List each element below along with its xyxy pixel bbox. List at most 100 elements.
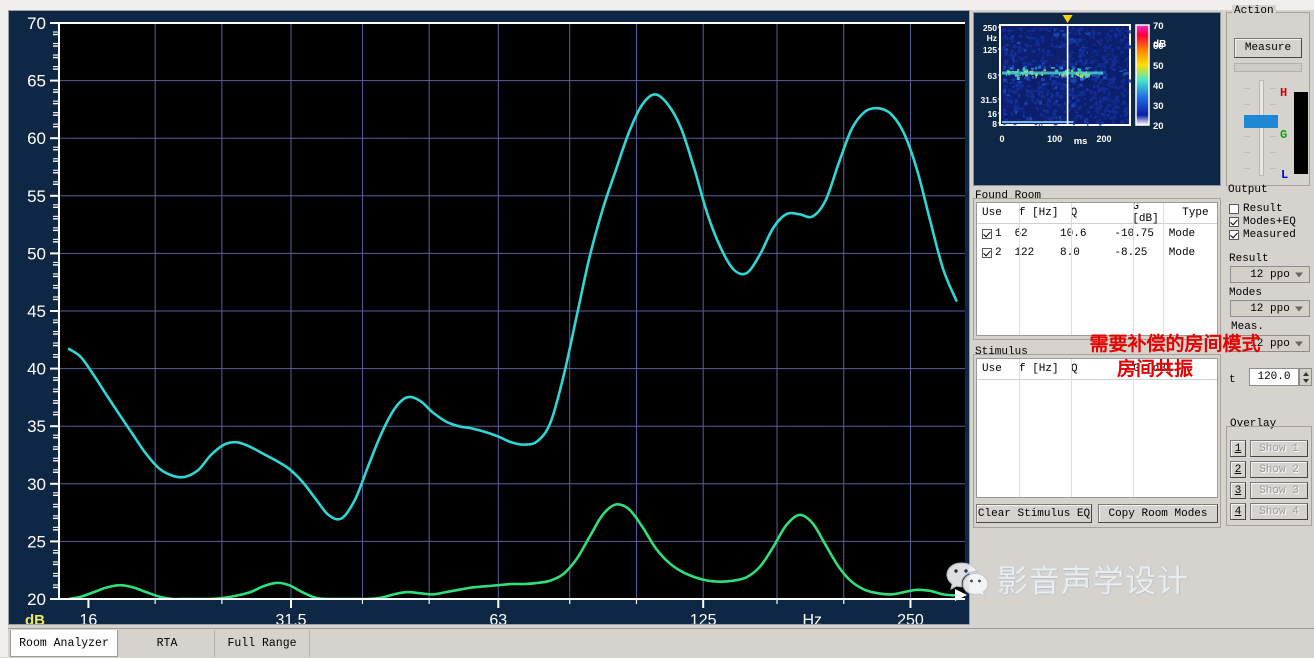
window-chrome-left <box>0 0 8 657</box>
measured-checkbox-row[interactable]: Measured <box>1229 229 1313 241</box>
col-header-gain: G [dB] <box>1132 202 1159 225</box>
meas-select-label: Meas. <box>1231 321 1265 333</box>
tab-full-range[interactable]: Full Range <box>215 630 310 657</box>
col-header-frequency: f [Hz] <box>1019 363 1059 375</box>
overlay-slot-3-button[interactable]: 3 <box>1230 482 1246 499</box>
svg-text:63: 63 <box>988 71 998 81</box>
modes-eq-checkbox-row[interactable]: Modes+EQ <box>1229 216 1313 228</box>
row-type: Mode <box>1168 246 1196 259</box>
svg-text:63: 63 <box>489 612 507 624</box>
slider-tick <box>1244 152 1250 153</box>
svg-text:35: 35 <box>27 417 46 436</box>
row-use-checkbox[interactable] <box>982 247 992 258</box>
watermark: 影音声学设计 <box>945 556 1189 601</box>
result-ppo-select[interactable]: 12 ppo <box>1230 266 1310 283</box>
clear-stimulus-eq-button[interactable]: Clear Stimulus EQ <box>976 504 1092 523</box>
svg-text:0: 0 <box>999 134 1004 144</box>
measure-button[interactable]: Measure <box>1234 38 1302 58</box>
t-value-stepper[interactable] <box>1299 368 1312 386</box>
col-header-frequency: f [Hz] <box>1018 207 1059 219</box>
svg-text:Hz: Hz <box>987 33 997 43</box>
watermark-text: 影音声学设计 <box>997 564 1189 600</box>
copy-room-modes-button[interactable]: Copy Room Modes <box>1098 504 1218 523</box>
row-use-checkbox[interactable] <box>982 228 992 239</box>
spectrogram-svg: 250Hz1256331.51680 100 200ms706050403020dB <box>974 13 1220 185</box>
result-checkbox-row[interactable]: Result <box>1229 203 1313 215</box>
action-group-label: Action <box>1232 5 1276 17</box>
svg-text:31.5: 31.5 <box>275 612 306 624</box>
overlay-show-3-button[interactable]: Show 3 <box>1250 482 1308 499</box>
col-header-use: Use <box>982 363 1002 375</box>
slider-tick <box>1244 168 1250 169</box>
result-select-label: Result <box>1229 253 1269 265</box>
svg-text:dB: dB <box>1153 39 1166 50</box>
found-room-header-row: Use f [Hz] Q G [dB] Type <box>977 202 1217 225</box>
row-index: 1 <box>995 227 1002 240</box>
stepper-up-icon[interactable] <box>1303 372 1309 376</box>
modes-eq-checkbox[interactable] <box>1229 217 1239 227</box>
svg-text:100: 100 <box>1047 134 1062 144</box>
slider-tick <box>1244 88 1250 89</box>
output-group-label: Output <box>1228 184 1268 196</box>
overlay-slot-4-button[interactable]: 4 <box>1230 503 1246 520</box>
room-analyzer-window: 20 25 30 35 40 45 50 55 60 65 70 16 31.5 63 125 250 dB Hz… <box>0 0 1314 658</box>
modes-ppo-select[interactable]: 12 ppo <box>1230 300 1310 317</box>
overlay-show-1-button[interactable]: Show 1 <box>1250 440 1308 457</box>
row-type: Mode <box>1168 227 1196 240</box>
overlay-slot-1-button[interactable]: 1 <box>1230 440 1246 457</box>
col-header-gain: G [dB] <box>1133 363 1173 375</box>
measure-progress-bar <box>1234 63 1302 72</box>
slider-tick <box>1270 136 1276 137</box>
t-value-input[interactable]: 120.0 <box>1249 368 1299 386</box>
row-frequency: 122 <box>1014 246 1035 259</box>
wechat-icon <box>946 561 989 597</box>
frequency-response-graph[interactable]: 20 25 30 35 40 45 50 55 60 65 70 16 31.5 63 125 250 dB Hz <box>8 10 970 625</box>
table-row[interactable]: 1 62 10.6 -10.75 Mode <box>977 224 1217 243</box>
col-header-q: Q <box>1070 207 1078 219</box>
col-header-use: Use <box>982 207 1002 219</box>
table-row[interactable]: 2 122 8.0 -8.25 Mode <box>977 243 1217 262</box>
svg-text:Hz: Hz <box>802 612 822 624</box>
svg-text:50: 50 <box>27 244 46 263</box>
tab-room-analyzer[interactable]: Room Analyzer <box>10 630 118 657</box>
svg-text:200: 200 <box>1096 134 1111 144</box>
chevron-down-icon <box>1295 341 1303 346</box>
svg-text:125: 125 <box>690 612 717 624</box>
output-level-slider-track[interactable] <box>1259 80 1264 176</box>
stepper-down-icon[interactable] <box>1303 379 1309 383</box>
slider-tick <box>1270 152 1276 153</box>
overlay-show-2-button[interactable]: Show 2 <box>1250 461 1308 478</box>
result-checkbox[interactable] <box>1229 204 1239 214</box>
svg-text:125: 125 <box>983 45 997 55</box>
row-index: 2 <box>995 246 1002 259</box>
display-options-panel: Result Modes+EQ Measured <box>1229 203 1313 242</box>
spectrogram-panel[interactable]: 250 Hz 125 63 31.5 16 8 0 100 200 ms 70 60 50 40 30 20 dB <box>973 12 1221 186</box>
t-field-label: t <box>1229 374 1236 386</box>
svg-text:40: 40 <box>1153 81 1164 92</box>
row-q: 8.0 <box>1060 246 1080 259</box>
row-gain: -8.25 <box>1114 246 1148 259</box>
modes-select-label: Modes <box>1229 287 1263 299</box>
svg-text:16: 16 <box>988 109 998 119</box>
output-level-meter <box>1294 92 1308 174</box>
svg-text:60: 60 <box>27 129 46 148</box>
svg-text:dB: dB <box>25 612 45 624</box>
slider-tick <box>1270 168 1276 169</box>
output-level-slider-handle[interactable] <box>1244 115 1278 128</box>
overlay-show-4-button[interactable]: Show 4 <box>1250 503 1308 520</box>
result-ppo-value: 12 ppo <box>1250 268 1290 281</box>
svg-text:40: 40 <box>27 360 46 379</box>
measured-checkbox[interactable] <box>1229 230 1239 240</box>
chevron-down-icon <box>1295 306 1303 311</box>
tab-rta[interactable]: RTA <box>120 630 215 657</box>
result-checkbox-label: Result <box>1243 203 1283 215</box>
found-room-table[interactable]: Use f [Hz] Q G [dB] Type 1 62 10.6 -10.7… <box>976 202 1218 336</box>
col-header-q: Q <box>1071 363 1078 375</box>
svg-text:50: 50 <box>1153 61 1164 72</box>
meas-ppo-select[interactable]: 12 ppo <box>1230 335 1310 352</box>
overlay-slot-2-button[interactable]: 2 <box>1230 461 1246 478</box>
svg-text:31.5: 31.5 <box>980 95 997 105</box>
stimulus-table[interactable]: Use f [Hz] Q G [dB] <box>976 358 1218 498</box>
svg-text:30: 30 <box>27 475 46 494</box>
svg-text:20: 20 <box>1153 121 1164 132</box>
